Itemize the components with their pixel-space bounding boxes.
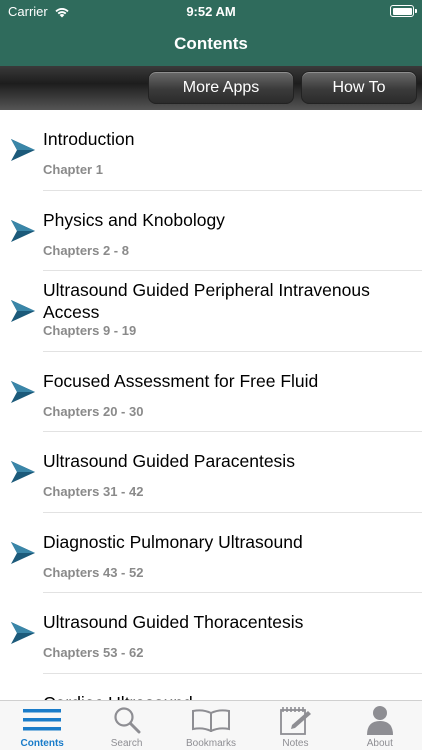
item-subtitle: Chapters 31 - 42: [43, 484, 144, 499]
tab-bookmarks[interactable]: Bookmarks: [169, 701, 253, 750]
item-title: Ultrasound Guided Peripheral Intravenous…: [43, 280, 370, 322]
list-item[interactable]: Ultrasound Guided Thoracentesis Chapters…: [0, 593, 422, 674]
item-title: Cardiac Ultrasound: [43, 692, 402, 701]
tab-label: Contents: [20, 738, 64, 749]
item-subtitle: Chapters 9 - 19: [43, 323, 137, 338]
list-item[interactable]: Diagnostic Pulmonary Ultrasound Chapters…: [0, 513, 422, 594]
list-item[interactable]: Ultrasound Guided Paracentesis Chapters …: [0, 432, 422, 513]
how-to-button[interactable]: How To: [301, 71, 417, 104]
notepad-icon: [275, 705, 315, 735]
contents-list: Introduction Chapter 1 Physics and Knobo…: [0, 110, 422, 700]
chevron-right-icon: [11, 219, 35, 242]
page-title: Contents: [174, 34, 248, 53]
tab-bar: Contents Search Bookmarks Notes About: [0, 700, 422, 750]
item-title: Introduction: [43, 129, 135, 149]
tab-search[interactable]: Search: [84, 701, 168, 750]
item-title: Ultrasound Guided Paracentesis: [43, 451, 295, 471]
chevron-right-icon: [11, 541, 35, 564]
list-icon: [22, 705, 62, 735]
open-book-icon: [191, 705, 231, 735]
person-icon: [360, 705, 400, 735]
tab-label: Bookmarks: [186, 738, 237, 749]
chevron-right-icon: [11, 622, 35, 644]
item-title: Focused Assessment for Free Fluid: [43, 370, 319, 391]
item-subtitle: Chapter 1: [43, 162, 103, 177]
item-title: Diagnostic Pulmonary Ultrasound: [43, 531, 303, 552]
item-subtitle: Chapters 2 - 8: [43, 242, 129, 258]
list-item[interactable]: Physics and Knobology Chapters 2 - 8: [0, 191, 422, 272]
chevron-right-icon: [11, 461, 35, 483]
item-title: Physics and Knobology: [43, 209, 225, 230]
tab-about[interactable]: About: [338, 701, 422, 750]
item-subtitle: Chapters 53 - 62: [43, 645, 144, 660]
list-item[interactable]: Focused Assessment for Free Fluid Chapte…: [0, 352, 422, 433]
tab-contents[interactable]: Contents: [0, 701, 84, 750]
app-header: Carrier 9:52 AM Contents: [0, 0, 422, 66]
chevron-right-icon: [11, 139, 35, 161]
status-bar: Carrier 9:52 AM: [0, 0, 422, 22]
list-item[interactable]: Introduction Chapter 1: [0, 110, 422, 191]
battery-icon: [390, 5, 417, 17]
magnifier-icon: [107, 705, 147, 735]
item-title: Ultrasound Guided Thoracentesis: [43, 612, 304, 632]
tab-label: Search: [110, 738, 143, 749]
toolbar: More Apps How To: [0, 66, 422, 110]
list-item[interactable]: Ultrasound Guided Peripheral Intravenous…: [0, 271, 422, 352]
tab-notes[interactable]: Notes: [253, 701, 337, 750]
more-apps-button[interactable]: More Apps: [148, 71, 294, 104]
tab-label: Notes: [282, 738, 309, 749]
status-time: 9:52 AM: [186, 4, 236, 19]
list-item[interactable]: Cardiac Ultrasound: [0, 674, 422, 701]
tab-label: About: [366, 738, 393, 749]
status-right: [390, 4, 417, 17]
chevron-right-icon: [11, 380, 35, 403]
item-subtitle: Chapters 43 - 52: [43, 564, 144, 580]
item-subtitle: Chapters 20 - 30: [43, 403, 144, 419]
chevron-right-icon: [11, 300, 35, 322]
